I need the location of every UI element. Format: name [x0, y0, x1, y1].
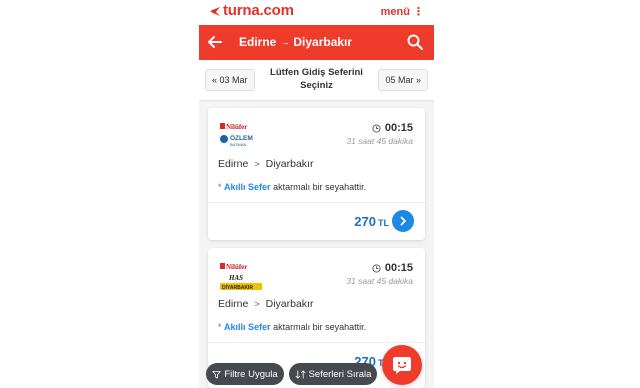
right-background	[434, 0, 640, 388]
note-star: *	[218, 182, 222, 192]
left-background	[0, 0, 199, 388]
mobile-viewport: turna.com menü ⋮ Edirne → Diyarbakır « 0…	[199, 0, 434, 388]
price-value: 270	[354, 214, 376, 229]
note-text: aktarmalı bir seyahattir.	[273, 182, 367, 192]
note-highlight: Akıllı Sefer	[224, 322, 271, 332]
smart-trip-note: * Akıllı Sefer aktarmalı bir seyahattir.	[218, 182, 366, 192]
logo-sub-text: BATMAN	[230, 142, 246, 147]
filter-icon	[212, 370, 221, 379]
logo-bottom-text: HAS	[228, 274, 243, 282]
trip-price: 270TL	[354, 214, 389, 229]
menu-button[interactable]: menü ⋮	[381, 5, 424, 18]
brand-bar: turna.com menü ⋮	[199, 0, 434, 25]
search-icon[interactable]	[406, 33, 424, 51]
logo-top-text: Nilüfer	[226, 123, 247, 131]
departure-time: 00:15	[372, 122, 413, 134]
note-highlight: Akıllı Sefer	[224, 182, 271, 192]
sort-button[interactable]: Seferleri Sırala	[289, 363, 377, 385]
trip-route: Edirne > Diyarbakır	[218, 158, 313, 170]
route-title: Edirne → Diyarbakır	[239, 35, 352, 49]
logo-top-text: Nilüfer	[226, 263, 247, 271]
route-separator: >	[254, 299, 260, 309]
trip-destination: Diyarbakır	[265, 298, 314, 310]
date-instruction: Lütfen Gidiş Seferini Seçiniz	[270, 67, 363, 91]
sort-label: Seferleri Sırala	[308, 368, 372, 380]
filter-button[interactable]: Filtre Uygula	[206, 363, 284, 385]
card-divider	[208, 342, 425, 343]
filter-label: Filtre Uygula	[224, 368, 278, 380]
time-value: 00:15	[384, 122, 413, 134]
time-value: 00:15	[384, 262, 413, 274]
departure-time: 00:15	[372, 262, 413, 274]
trip-duration: 31 saat 45 dakika	[346, 276, 413, 286]
chat-button[interactable]	[382, 345, 422, 385]
smart-trip-note: * Akıllı Sefer aktarmalı bir seyahattir.	[218, 322, 366, 332]
route-destination: Diyarbakır	[293, 35, 353, 49]
logo-sub-text: DİYARBAKIR	[222, 284, 253, 291]
price-currency: TL	[378, 218, 389, 228]
chat-icon	[393, 357, 411, 374]
trip-route: Edirne > Diyarbakır	[218, 298, 313, 310]
route-arrow: →	[280, 37, 290, 47]
bird-logo-icon	[210, 6, 220, 16]
date-selector: « 03 Mar Lütfen Gidiş Seferini Seçiniz 0…	[199, 60, 434, 100]
previous-day-button[interactable]: « 03 Mar	[205, 69, 255, 91]
clock-icon	[372, 263, 381, 273]
clock-icon	[372, 123, 381, 133]
back-arrow-icon[interactable]	[205, 32, 225, 52]
route-separator: >	[254, 159, 260, 169]
company-logo: Nilüfer ÖZLEM BATMAN	[220, 123, 253, 147]
site-logo[interactable]: turna.com	[209, 2, 294, 19]
route-bar: Edirne → Diyarbakır	[199, 25, 434, 60]
chevron-right-icon	[400, 216, 406, 226]
trip-destination: Diyarbakır	[265, 158, 314, 170]
select-trip-button[interactable]	[392, 210, 414, 232]
next-day-button[interactable]: 05 Mar »	[378, 69, 428, 91]
card-divider	[208, 202, 425, 203]
trip-origin: Edirne	[218, 158, 249, 170]
trip-origin: Edirne	[218, 298, 249, 310]
logo-bottom-text: ÖZLEM	[230, 133, 253, 142]
trip-card[interactable]: Nilüfer ÖZLEM BATMAN 00:15 31 saat 45 da…	[208, 108, 425, 240]
trip-duration: 31 saat 45 dakika	[346, 136, 413, 146]
note-text: aktarmalı bir seyahattir.	[273, 322, 367, 332]
sort-icon	[295, 369, 305, 379]
company-logo: Nilüfer HAS DİYARBAKIR	[220, 263, 262, 291]
note-star: *	[218, 322, 222, 332]
route-origin: Edirne	[239, 35, 277, 49]
logo-text: turna.com	[223, 2, 294, 19]
